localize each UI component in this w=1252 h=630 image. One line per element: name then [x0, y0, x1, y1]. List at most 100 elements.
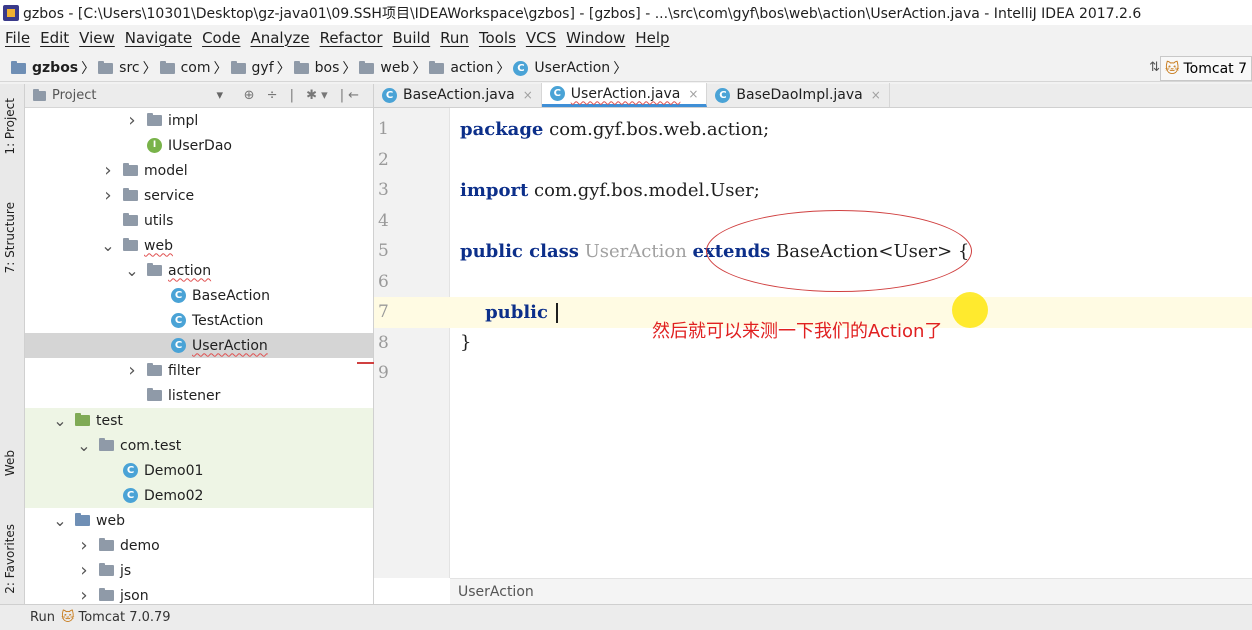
menu-code[interactable]: Code: [197, 29, 245, 47]
tree-item[interactable]: I IUserDao: [25, 133, 373, 158]
tree-item[interactable]: C UserAction: [25, 333, 373, 358]
breadcrumb-action[interactable]: action: [426, 57, 496, 79]
menu-refactor[interactable]: Refactor: [315, 29, 388, 47]
tree-item-label: TestAction: [192, 312, 264, 329]
code-line[interactable]: 2: [374, 145, 1252, 176]
run-config-name[interactable]: Tomcat 7.0.79: [79, 610, 171, 625]
close-icon[interactable]: ×: [871, 88, 881, 102]
tree-item[interactable]: › js: [25, 558, 373, 583]
folder-icon: [147, 113, 162, 126]
menu-vcs[interactable]: VCS: [521, 29, 561, 47]
tree-item[interactable]: C Demo01: [25, 458, 373, 483]
menu-view[interactable]: View: [74, 29, 120, 47]
tab-useraction[interactable]: C UserAction.java ×: [541, 83, 708, 107]
breadcrumb-label: web: [380, 60, 410, 76]
panel-toolbar-icons[interactable]: ⊕ ÷ | ✱▾ |←: [244, 88, 363, 103]
tree-item[interactable]: C BaseAction: [25, 283, 373, 308]
expand-down-icon[interactable]: ⌄: [77, 437, 91, 453]
expand-down-icon[interactable]: ⌄: [53, 512, 67, 528]
menu-build[interactable]: Build: [388, 29, 436, 47]
menu-navigate[interactable]: Navigate: [120, 29, 197, 47]
menu-help[interactable]: Help: [630, 29, 674, 47]
expand-right-icon[interactable]: ›: [101, 161, 115, 179]
menu-window[interactable]: Window: [561, 29, 630, 47]
tab-baseaction[interactable]: C BaseAction.java ×: [374, 83, 542, 107]
tree-item[interactable]: › filter: [25, 358, 373, 383]
chevron-right-icon: 〉: [81, 61, 96, 77]
project-panel-title[interactable]: Project: [52, 88, 96, 103]
folder-icon: [75, 513, 90, 526]
tree-item[interactable]: listener: [25, 383, 373, 408]
menu-tools[interactable]: Tools: [474, 29, 521, 47]
expand-right-icon[interactable]: ›: [77, 561, 91, 579]
code-line[interactable]: 3 import com.gyf.bos.model.User;: [374, 175, 1252, 206]
dropdown-arrow-icon[interactable]: ▾: [216, 88, 223, 103]
tree-item-label: web: [96, 512, 125, 529]
expand-right-icon[interactable]: ›: [77, 586, 91, 604]
breadcrumb-web[interactable]: web: [356, 57, 412, 79]
breadcrumb-com[interactable]: com: [157, 57, 214, 79]
chevron-right-icon: 〉: [213, 61, 228, 77]
tree-item[interactable]: ⌄ web: [25, 233, 373, 258]
tab-basedaoimpl[interactable]: C BaseDaoImpl.java ×: [707, 83, 890, 107]
tree-item-label: impl: [168, 112, 199, 129]
code-token: }: [460, 332, 472, 354]
tree-item[interactable]: ⌄ action: [25, 258, 373, 283]
tree-item-label: utils: [144, 212, 174, 229]
expand-down-icon[interactable]: ⌄: [125, 262, 139, 278]
class-icon: C: [123, 488, 138, 503]
expand-right-icon[interactable]: ›: [125, 111, 139, 129]
expand-right-icon[interactable]: ›: [101, 186, 115, 204]
close-icon[interactable]: ×: [523, 88, 533, 102]
menu-analyze[interactable]: Analyze: [245, 29, 314, 47]
tree-item[interactable]: utils: [25, 208, 373, 233]
folder-icon: [99, 438, 114, 451]
tree-item[interactable]: › json: [25, 583, 373, 604]
expand-right-icon[interactable]: ›: [125, 361, 139, 379]
editor-area: C BaseAction.java × C UserAction.java × C BaseD…: [374, 83, 1252, 604]
folder-icon: [99, 588, 114, 601]
editor-breadcrumb[interactable]: UserAction: [450, 578, 1252, 604]
tree-item[interactable]: ⌄ test: [25, 408, 373, 433]
tree-item[interactable]: ⌄ com.test: [25, 433, 373, 458]
line-number: 6: [378, 271, 389, 292]
tab-project[interactable]: 1: Project: [3, 98, 17, 155]
expand-right-icon[interactable]: ›: [77, 536, 91, 554]
tree-item[interactable]: C TestAction: [25, 308, 373, 333]
run-config-selector[interactable]: 🐱 Tomcat 7: [1159, 56, 1252, 81]
tree-item[interactable]: › impl: [25, 108, 373, 133]
tab-structure[interactable]: 7: Structure: [3, 202, 17, 273]
tab-favorites[interactable]: 2: Favorites: [3, 524, 17, 594]
menu-run[interactable]: Run: [435, 29, 474, 47]
breadcrumb-bos[interactable]: bos: [291, 57, 343, 79]
tree-item-label: Demo01: [144, 462, 204, 479]
code-token: com.gyf.bos.web.action;: [549, 118, 770, 140]
breadcrumb-useraction[interactable]: C UserAction: [510, 57, 613, 79]
line-number: 9: [378, 363, 389, 384]
code-token: UserAction: [584, 240, 687, 262]
expand-down-icon[interactable]: ⌄: [53, 412, 67, 428]
tree-item[interactable]: › service: [25, 183, 373, 208]
tree-item-label: demo: [120, 537, 160, 554]
code-line[interactable]: 1 package com.gyf.bos.web.action;: [374, 114, 1252, 145]
breadcrumb-src[interactable]: src: [95, 57, 142, 79]
menu-file[interactable]: File: [0, 29, 35, 47]
expand-down-icon[interactable]: ⌄: [101, 237, 115, 253]
tree-item[interactable]: › demo: [25, 533, 373, 558]
folder-icon: [11, 60, 26, 74]
close-icon[interactable]: ×: [688, 87, 698, 101]
breadcrumb-gyf[interactable]: gyf: [228, 57, 277, 79]
tree-item-label: listener: [168, 387, 221, 404]
menu-edit[interactable]: Edit: [35, 29, 74, 47]
folder-icon: [99, 538, 114, 551]
tree-item[interactable]: ⌄ web: [25, 508, 373, 533]
run-label[interactable]: Run: [30, 610, 55, 625]
sort-icon[interactable]: ⇅: [1149, 60, 1160, 75]
tree-item[interactable]: › model: [25, 158, 373, 183]
tree-item[interactable]: C Demo02: [25, 483, 373, 508]
tab-web[interactable]: Web: [3, 450, 17, 476]
breadcrumb-label: bos: [314, 60, 340, 76]
breadcrumb-gzbos[interactable]: gzbos: [8, 57, 81, 79]
breadcrumb-label: src: [119, 60, 140, 76]
code-line[interactable]: 9: [374, 358, 1252, 389]
